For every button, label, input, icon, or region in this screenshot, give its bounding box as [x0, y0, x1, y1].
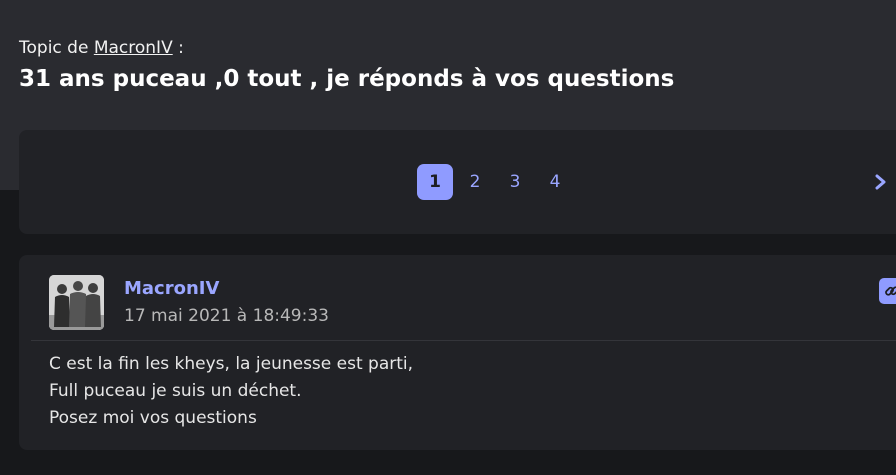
post-divider — [31, 340, 896, 341]
pagination: 1 2 3 4 — [417, 164, 573, 200]
post-line: Full puceau je suis un déchet. — [49, 381, 302, 401]
permalink-button[interactable] — [879, 278, 896, 304]
page-button-4[interactable]: 4 — [537, 164, 573, 200]
topic-author-line: Topic de MacronIV : — [19, 38, 184, 58]
page-button-3[interactable]: 3 — [497, 164, 533, 200]
avatar[interactable] — [49, 275, 104, 330]
topic-suffix: : — [172, 38, 184, 58]
page-button-1[interactable]: 1 — [417, 164, 453, 200]
page-button-2[interactable]: 2 — [457, 164, 493, 200]
avatar-image — [49, 275, 104, 330]
next-page-button[interactable] — [869, 170, 893, 194]
post-line: Posez moi vos questions — [49, 408, 257, 428]
pagination-card: 1 2 3 4 — [19, 130, 896, 234]
post-line: C est la fin les kheys, la jeunesse est … — [49, 354, 414, 374]
post-date: 17 mai 2021 à 18:49:33 — [124, 306, 329, 326]
link-icon — [885, 286, 896, 296]
page-title: 31 ans puceau ,0 tout , je réponds à vos… — [19, 66, 675, 92]
post-author-link[interactable]: MacronIV — [124, 278, 219, 299]
post-card: MacronIV 17 mai 2021 à 18:49:33 C est la… — [19, 255, 896, 450]
topic-author-link[interactable]: MacronIV — [94, 38, 173, 58]
topic-prefix: Topic de — [19, 38, 94, 58]
post-body: C est la fin les kheys, la jeunesse est … — [49, 351, 413, 432]
chevron-right-icon — [875, 174, 886, 190]
